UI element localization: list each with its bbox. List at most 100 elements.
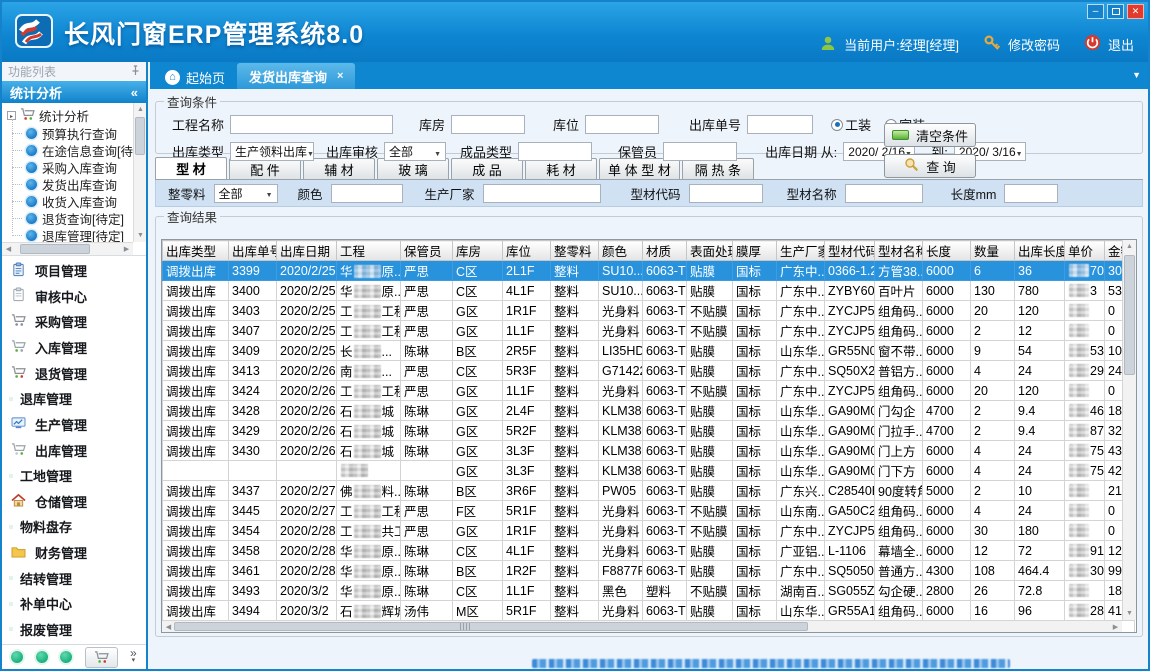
footer-cart-button[interactable] [85,647,118,668]
table-row[interactable]: 调拨出库34292020/2/26石城陈琳G区5R2F整料KLM38176063… [163,421,1135,441]
product-type-input[interactable] [518,142,592,161]
tree-item[interactable]: 发货出库查询 [2,176,146,193]
tree-root[interactable]: 统计分析 [2,106,146,125]
column-header-keeper[interactable]: 保管员 [401,241,453,261]
column-header-wh[interactable]: 库房 [453,241,503,261]
sidebar-item-退货管理[interactable]: 退货管理 [2,361,146,385]
table-row[interactable]: 调拨出库34942020/3/2石辉城汤伟M区5R1F整料光身料6063-T5贴… [163,601,1135,621]
sidebar-item-结转管理[interactable]: 结转管理 [2,566,146,590]
tree-horizontal-scrollbar[interactable] [2,242,133,255]
column-header-whole[interactable]: 整零料 [551,241,599,261]
footer-shortcut-icon[interactable] [36,651,48,663]
search-button[interactable]: 查 询 [884,154,976,178]
out-type-select[interactable]: 生产领料出库 [230,142,314,161]
tree-item[interactable]: 退货查询[待定] [2,210,146,227]
table-row[interactable]: G区3L3F整料KLM38176063-T5贴膜国标山东华...GA90M09.… [163,461,1135,481]
sidebar-item-物料盘存[interactable]: 物料盘存 [2,515,146,539]
sidebar-item-采购管理[interactable]: 采购管理 [2,310,146,334]
profile-name-input[interactable] [845,184,923,203]
scroll-right-icon[interactable] [120,243,133,256]
sidebar-item-补单中心[interactable]: 补单中心 [2,592,146,616]
tab-home[interactable]: 起始页 [153,65,237,89]
sidebar-item-工地管理[interactable]: 工地管理 [2,464,146,488]
scroll-up-icon[interactable] [134,103,146,116]
sidebar-item-出库管理[interactable]: 出库管理 [2,438,146,462]
column-header-surf[interactable]: 表面处理 [687,241,733,261]
column-header-code[interactable]: 型材代码 [825,241,875,261]
warehouse-input[interactable] [451,115,525,134]
column-header-maker[interactable]: 生产厂家 [777,241,825,261]
table-row[interactable]: 调拨出库34002020/2/25华原...严思C区4L1F整料SU10...6… [163,281,1135,301]
sidebar-item-审核中心[interactable]: 审核中心 [2,284,146,308]
clear-conditions-button[interactable]: 清空条件 [884,123,976,147]
tree-item[interactable]: 收货入库查询 [2,193,146,210]
column-header-color[interactable]: 颜色 [599,241,643,261]
sidebar-item-报废管理[interactable]: 报废管理 [2,617,146,641]
column-header-mat[interactable]: 材质 [643,241,687,261]
table-row[interactable]: 调拨出库34372020/2/27佛料...陈琳B区3R6F整料PW056063… [163,481,1135,501]
pin-icon[interactable] [131,65,140,79]
tree-item[interactable]: 预算执行查询 [2,125,146,142]
sidebar-item-生产管理[interactable]: 生产管理 [2,412,146,436]
sidebar-item-入库管理[interactable]: 入库管理 [2,336,146,360]
scroll-left-icon[interactable] [2,243,15,256]
table-row[interactable]: 调拨出库34582020/2/28华原...陈琳C区4L1F整料光身料6063-… [163,541,1135,561]
column-header-date[interactable]: 出库日期 [277,241,337,261]
maximize-button[interactable] [1107,4,1124,19]
tab-overflow-icon[interactable] [1132,70,1141,80]
collapse-icon[interactable]: « [131,85,138,100]
logout-link[interactable]: 退出 [1108,35,1134,54]
table-row[interactable]: 调拨出库34092020/2/25长...陈琳B区2R5F整料LI35HD606… [163,341,1135,361]
tree-vertical-scrollbar[interactable] [133,103,146,242]
column-header-proj[interactable]: 工程 [337,241,401,261]
sidebar-item-财务管理[interactable]: 财务管理 [2,541,146,565]
column-header-no[interactable]: 出库单号 [229,241,277,261]
tab-close-icon[interactable]: × [337,70,343,82]
table-row[interactable]: 调拨出库34932020/3/2华原...陈琳C区1L1F整料黑色塑料不贴膜国标… [163,581,1135,601]
material-tab[interactable]: 型 材 [155,157,227,179]
order-no-input[interactable] [747,115,813,134]
close-button[interactable] [1127,4,1144,19]
sidebar-item-退库管理[interactable]: 退库管理 [2,387,146,411]
table-row[interactable]: 调拨出库34132020/2/26南...严思C区5R3F整料G71422606… [163,361,1135,381]
column-header-price[interactable]: 单价 [1065,241,1105,261]
table-row[interactable]: 调拨出库34302020/2/26石城陈琳G区3L3F整料KLM38176063… [163,441,1135,461]
column-header-len[interactable]: 长度 [923,241,971,261]
column-header-qty[interactable]: 数量 [971,241,1015,261]
grid-horizontal-scrollbar[interactable] [162,620,1122,632]
change-password-link[interactable]: 修改密码 [1008,35,1060,54]
tree-expander-icon[interactable] [7,111,16,120]
whole-piece-select[interactable]: 全部 [214,184,278,203]
color-input[interactable] [331,184,403,203]
manufacturer-input[interactable] [483,184,601,203]
sidebar-section-statistics[interactable]: 统计分析 « [2,81,146,103]
footer-overflow-button[interactable]: »▾ [130,649,137,665]
radio-gongzhuang[interactable] [831,119,843,131]
sidebar-item-项目管理[interactable]: 项目管理 [2,259,146,283]
grid-vertical-scrollbar[interactable] [1122,240,1136,620]
profile-code-input[interactable] [689,184,763,203]
tab-shipment-outbound-query[interactable]: 发货出库查询 × [237,63,355,89]
column-header-outlen[interactable]: 出库长度 [1015,241,1065,261]
project-name-input[interactable] [230,115,393,134]
keeper-input[interactable] [663,142,737,161]
table-row[interactable]: 调拨出库34242020/2/26工工程严思G区1L1F整料光身料6063-T5… [163,381,1135,401]
location-input[interactable] [585,115,659,134]
scroll-up-icon[interactable] [1123,240,1136,253]
minimize-button[interactable] [1087,4,1104,19]
table-row[interactable]: 调拨出库33992020/2/25华原...严思C区2L1F整料SU10...6… [163,261,1135,281]
scroll-right-icon[interactable] [1109,621,1122,633]
column-header-loc[interactable]: 库位 [503,241,551,261]
scroll-down-icon[interactable] [134,229,146,242]
tree-item[interactable]: 在途信息查询[待 [2,142,146,159]
table-row[interactable]: 调拨出库34452020/2/27工工程严思F区5R1F整料光身料6063-T5… [163,501,1135,521]
tree-item[interactable]: 采购入库查询 [2,159,146,176]
column-header-name[interactable]: 型材名称 [875,241,923,261]
footer-shortcut-icon[interactable] [11,651,23,663]
table-row[interactable]: 调拨出库34542020/2/28工共工程严思G区1R1F整料光身料6063-T… [163,521,1135,541]
audit-select[interactable]: 全部 [384,142,446,161]
table-row[interactable]: 调拨出库34612020/2/28华原...陈琳B区1R2F整料F8877FT6… [163,561,1135,581]
length-input[interactable] [1004,184,1058,203]
footer-shortcut-icon[interactable] [60,651,72,663]
column-header-film[interactable]: 膜厚 [733,241,777,261]
